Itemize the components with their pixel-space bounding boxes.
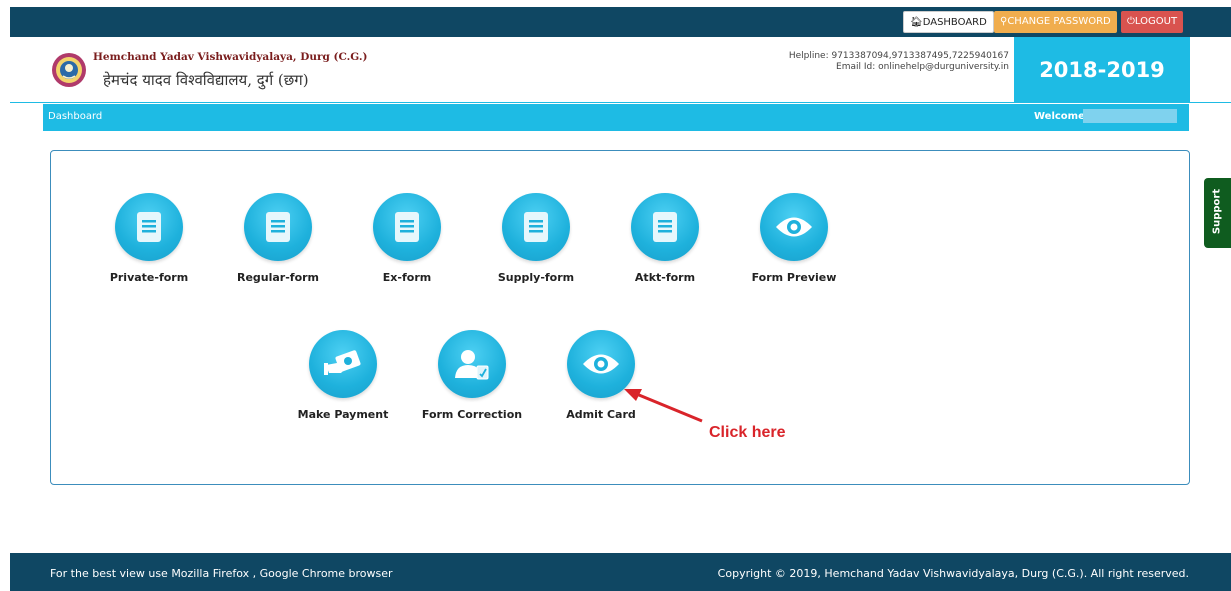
helpline-info: Helpline: 9713387094,9713387495,72259401… — [789, 51, 1009, 73]
tile-label: Atkt-form — [634, 271, 696, 284]
change-password-button[interactable]: ⚲CHANGE PASSWORD — [994, 11, 1117, 33]
tile-label: Form Correction — [421, 408, 523, 421]
dashboard-button[interactable]: 🏠︎DASHBOARD — [903, 11, 994, 33]
tile-label: Form Preview — [751, 271, 837, 284]
document-icon — [244, 193, 312, 261]
breadcrumb: Dashboard — [48, 111, 103, 122]
tile-atkt-form[interactable]: Atkt-form — [605, 193, 725, 284]
home-icon: 🏠︎ — [910, 17, 923, 28]
university-logo-icon — [52, 53, 86, 87]
support-label: Support — [1211, 188, 1223, 235]
session-year: 2018-2019 — [1014, 37, 1190, 103]
tile-supply-form[interactable]: Supply-form — [476, 193, 596, 284]
tile-label: Ex-form — [382, 271, 432, 284]
university-name-hindi: हेमचंद यादव विश्वविद्यालय, दुर्ग (छग) — [103, 71, 309, 89]
browser-note: For the best view use Mozilla Firefox , … — [50, 567, 393, 580]
tile-ex-form[interactable]: Ex-form — [347, 193, 467, 284]
change-password-label: CHANGE PASSWORD — [1007, 16, 1111, 27]
tile-form-correction[interactable]: Form Correction — [412, 330, 532, 421]
eye-icon — [760, 193, 828, 261]
payment-icon — [309, 330, 377, 398]
breadcrumb-bar: Dashboard Welcome — [43, 104, 1189, 131]
site-footer: For the best view use Mozilla Firefox , … — [10, 553, 1231, 591]
top-navbar: 🏠︎DASHBOARD ⚲CHANGE PASSWORD ⏻LOGOUT — [10, 7, 1231, 37]
university-name-english: Hemchand Yadav Vishwavidyalaya, Durg (C.… — [93, 51, 368, 63]
tile-regular-form[interactable]: Regular-form — [218, 193, 338, 284]
header-divider — [10, 102, 1231, 103]
logout-button[interactable]: ⏻LOGOUT — [1121, 11, 1184, 33]
tile-form-preview[interactable]: Form Preview — [734, 193, 854, 284]
document-icon — [502, 193, 570, 261]
document-icon — [115, 193, 183, 261]
helpline-email: Email Id: onlinehelp@durguniversity.in — [836, 62, 1009, 72]
tile-label: Make Payment — [297, 408, 389, 421]
tile-make-payment[interactable]: Make Payment — [283, 330, 403, 421]
logout-label: LOGOUT — [1134, 16, 1178, 27]
welcome-user-name-redacted — [1083, 109, 1177, 123]
support-tab[interactable]: Support — [1204, 178, 1231, 248]
dashboard-label: DASHBOARD — [922, 17, 987, 28]
power-icon: ⏻ — [1127, 16, 1135, 27]
tile-label: Private-form — [109, 271, 189, 284]
site-header: Hemchand Yadav Vishwavidyalaya, Durg (C.… — [10, 37, 1231, 103]
user-edit-icon — [438, 330, 506, 398]
copyright: Copyright © 2019, Hemchand Yadav Vishwav… — [717, 567, 1189, 580]
document-icon — [631, 193, 699, 261]
welcome-label: Welcome — [1034, 111, 1085, 122]
document-icon — [373, 193, 441, 261]
tile-label: Supply-form — [497, 271, 575, 284]
tile-label: Regular-form — [236, 271, 320, 284]
helpline-numbers: Helpline: 9713387094,9713387495,72259401… — [788, 51, 1009, 61]
click-here-annotation: Click here — [709, 424, 786, 441]
tile-private-form[interactable]: Private-form — [89, 193, 209, 284]
red-arrow-icon — [624, 389, 703, 423]
